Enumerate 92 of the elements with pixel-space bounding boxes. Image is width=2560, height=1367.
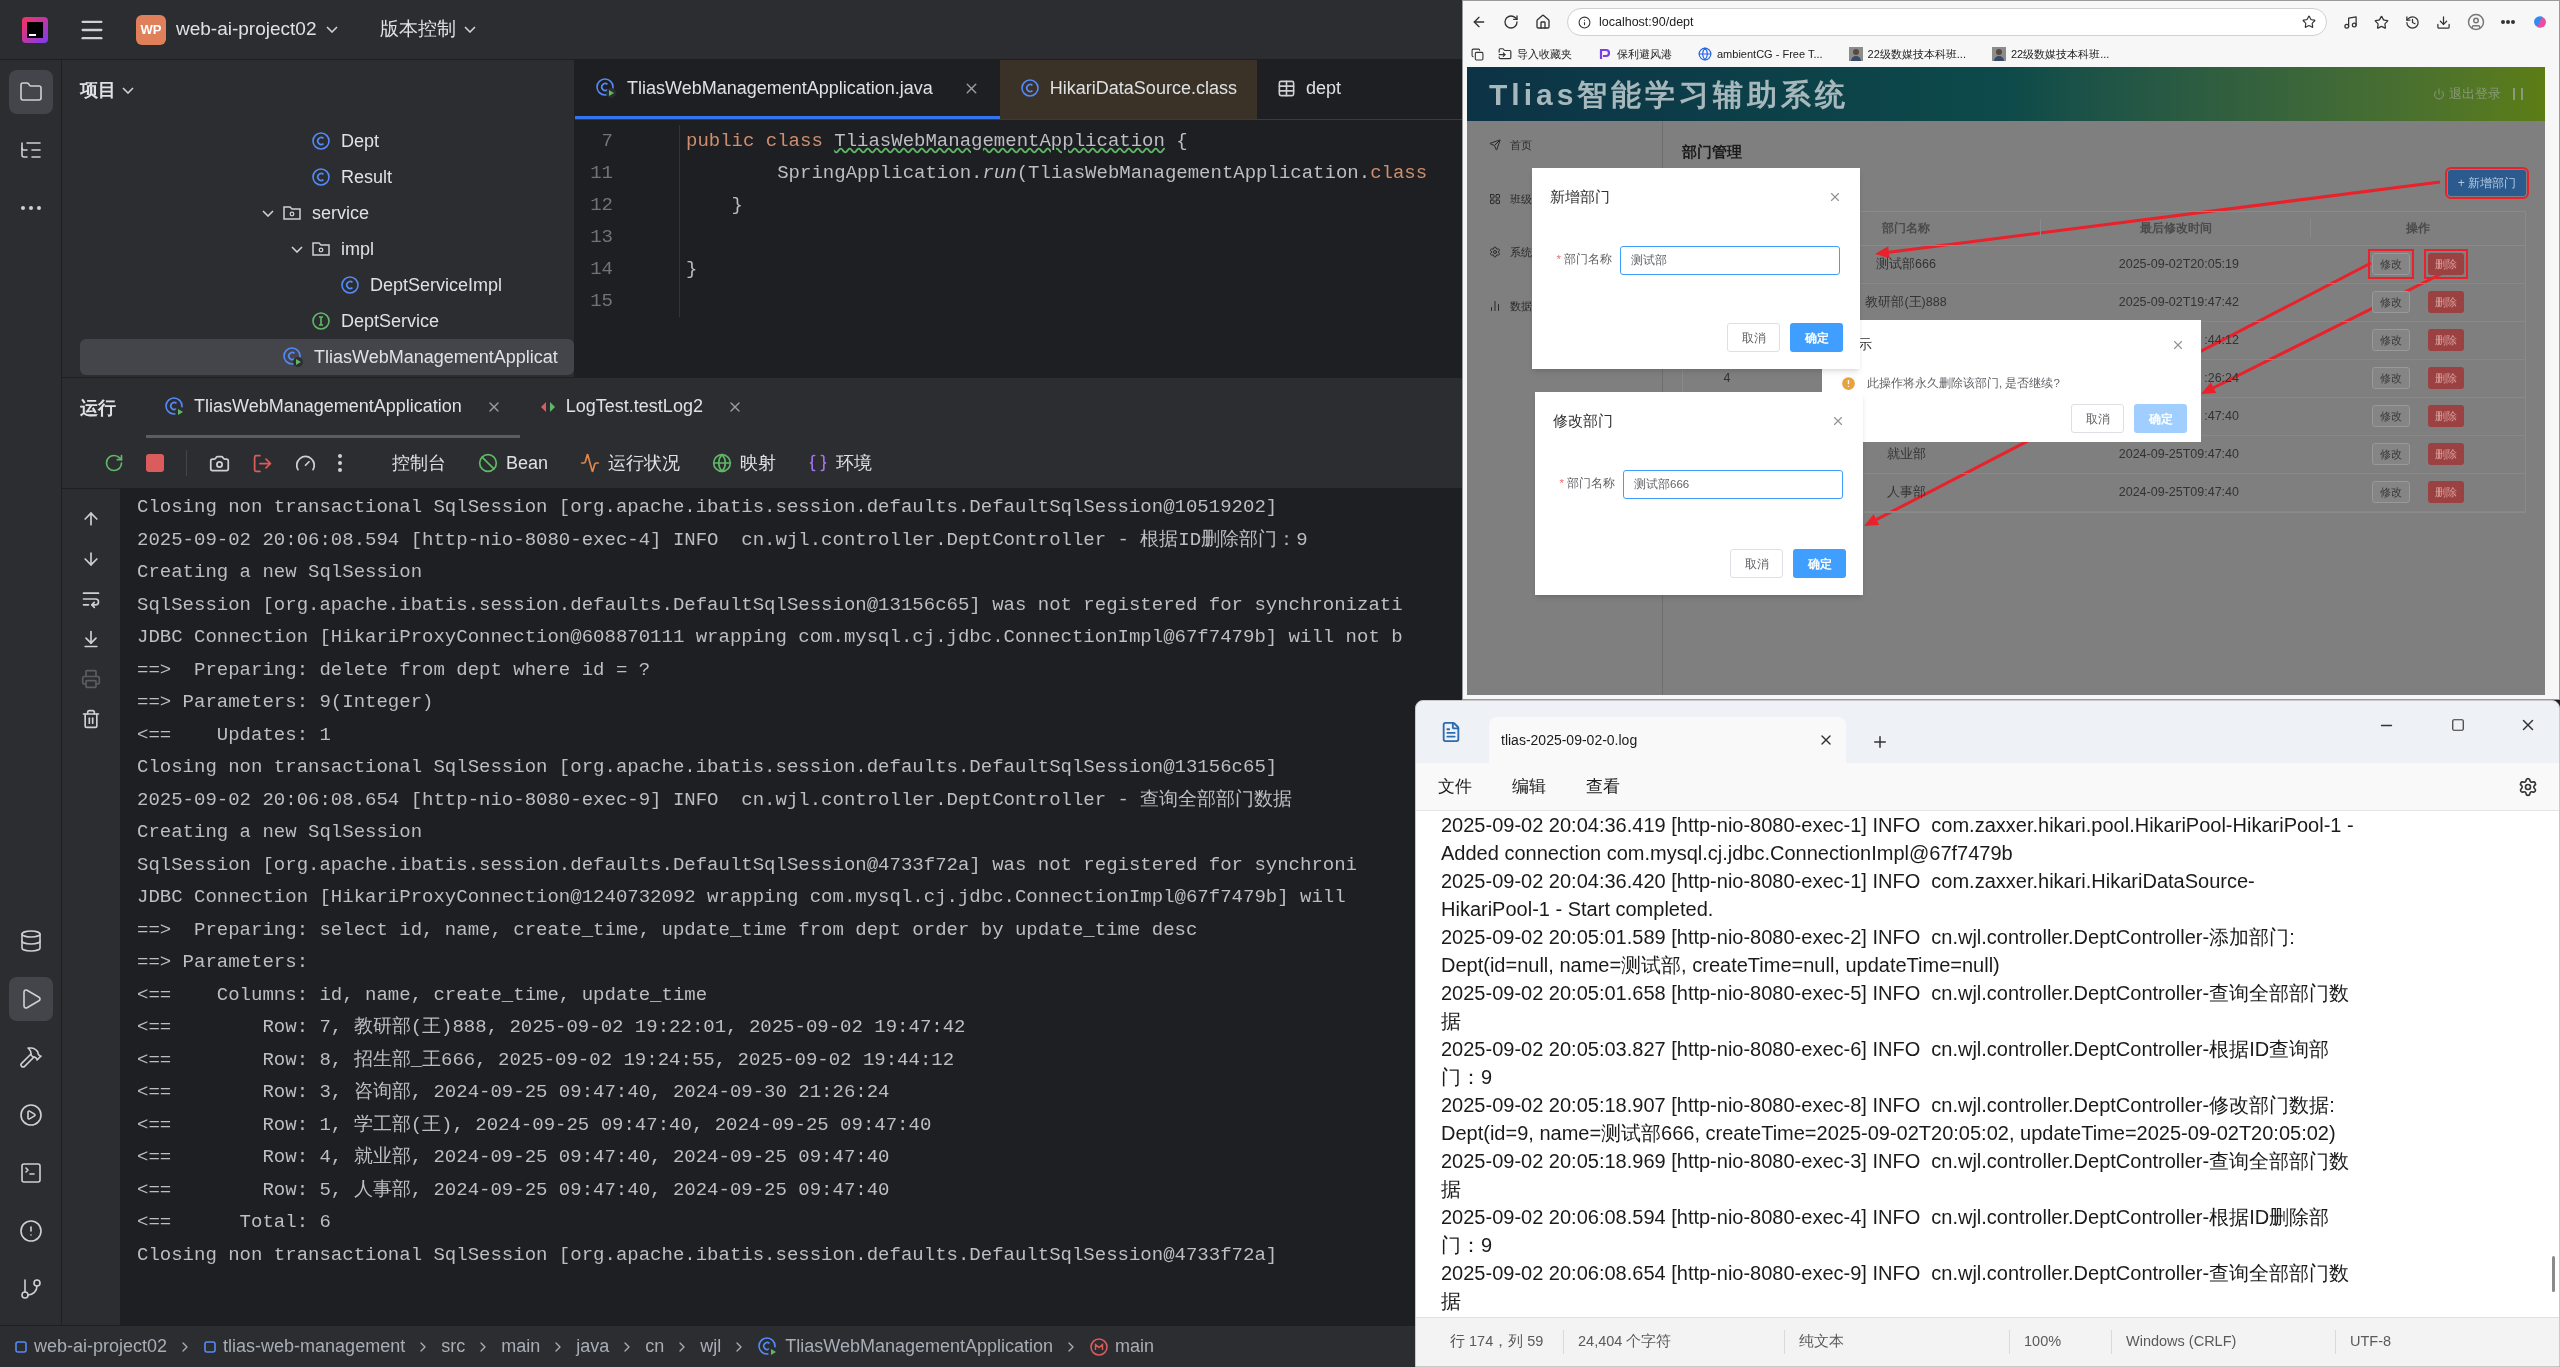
table-cell-text: 2024-09-25T09:47:40 (2118, 483, 2239, 501)
console-line: ==> Parameters: (137, 950, 310, 975)
log-line: 据 (1441, 1177, 1461, 1202)
log-line: 门：9 (1441, 1065, 1493, 1090)
console-line: <== Row: 3, 咨询部, 2024-09-25 09:47:40, 2024-09-30 21:26:24 (137, 1080, 890, 1105)
code-line: public class TliasWebManagementApplication { (685, 128, 1188, 154)
view-tab-label: 环境 (836, 451, 873, 475)
tab-label: tlias-2025-09-02-0.log (1501, 730, 1638, 750)
page-title: 部门管理 (1682, 142, 1743, 162)
console-line: <== Row: 4, 就业部, 2024-09-25 09:47:40, 2024-09-25 09:47:40 (137, 1145, 890, 1170)
log-line: Dept(id=9, name=测试部666, createTime=2025-09-02T20:05:02, updateTime=2025-09-02T20:05:02) (1441, 1121, 2336, 1146)
line-number: 13 (589, 224, 613, 250)
project-name: web-ai-project02 (176, 17, 317, 42)
tab-label: TliasWebManagementApplication.java (627, 76, 933, 100)
log-line: 2025-09-02 20:06:08.654 [http-nio-8080-exec-9] INFO cn.wjl.controller.DeptController-查询全部部门数 (1441, 1261, 2350, 1286)
console-line: Closing non transactional SqlSession [org.apache.ibatis.session.defaults.DefaultSqlSession@4733f72a] (137, 1242, 1278, 1268)
console-line: ==> Preparing: delete from dept where id = ? (137, 657, 651, 683)
code-line: } (685, 256, 698, 282)
status-text: 行 174，列 59 (1450, 1332, 1544, 1352)
table-cell-text: 2025-09-02T20:05:19 (2118, 255, 2239, 273)
console-line: Closing non transactional SqlSession [org.apache.ibatis.session.defaults.DefaultSqlSession@13156c65] (137, 755, 1278, 780)
console-line: <== Row: 1, 学工部(王), 2024-09-25 09:47:40, 2024-09-25 09:47:40 (137, 1112, 932, 1138)
url-text: localhost:90/dept (1599, 13, 1694, 31)
table-cell-text: 2024-09-25T09:47:40 (2118, 445, 2239, 463)
code-line: } (730, 192, 743, 218)
console-line: 2025-09-02 20:06:08.594 [http-nio-8080-exec-4] INFO cn.wjl.controller.DeptController - 根据ID删除部门：9 (137, 527, 1308, 553)
panel-title: 运行 (80, 396, 116, 420)
dialog-title: 新增部门 (1550, 187, 1610, 207)
code-line: SpringApplication.run(TliasWebManagementApplication.class (776, 160, 1428, 186)
console-line: <== Row: 7, 教研部(王)888, 2025-09-02 19:22:01, 2025-09-02 19:47:42 (137, 1015, 966, 1040)
console-line: <== Total: 6 (137, 1210, 331, 1235)
field-label: * 部门名称 (1558, 476, 1616, 492)
tab-label: LogTest.testLog2 (565, 395, 703, 418)
log-line: 2025-09-02 20:05:01.589 [http-nio-8080-exec-2] INFO cn.wjl.controller.DeptController-添加部门: (1441, 925, 2295, 950)
line-number: 7 (600, 128, 613, 154)
console-line: Closing non transactional SqlSession [org.apache.ibatis.session.defaults.DefaultSqlSession@10519202] (137, 495, 1278, 520)
table-cell-text: :47:40 (2204, 407, 2239, 425)
vcs-menu-label: 版本控制 (380, 17, 457, 42)
console-line: ==> Preparing: select id, name, create_time, update_time from dept order by update_time desc (137, 917, 1198, 943)
status-text: 纯文本 (1799, 1332, 1844, 1352)
view-tab-label: 控制台 (392, 451, 446, 475)
tab-label: dept (1305, 76, 1341, 100)
line-number: 11 (589, 160, 613, 186)
status-text: UTF-8 (2350, 1332, 2392, 1352)
line-number: 14 (589, 256, 613, 282)
console-line: Creating a new SqlSession (137, 560, 423, 585)
console-line: SqlSession [org.apache.ibatis.session.defaults.DefaultSqlSession@4733f72a] was not registered for synchroni (137, 852, 1357, 878)
status-text: Windows (CRLF) (2126, 1332, 2237, 1352)
panel-title: 项目 (80, 78, 116, 102)
table-cell-text: 教研部(王)888 (1865, 293, 1947, 311)
log-line: 2025-09-02 20:05:18.907 [http-nio-8080-exec-8] INFO cn.wjl.controller.DeptController-修改部门数据: (1441, 1093, 2335, 1118)
console-line: JDBC Connection [HikariProxyConnection@1240732092 wrapping com.mysql.cj.jdbc.ConnectionImpl@67f7479b] will (137, 885, 1346, 910)
tab-label: HikariDataSource.class (1049, 76, 1237, 100)
dialog-title: 修改部门 (1553, 411, 1613, 431)
console-line: 2025-09-02 20:06:08.654 [http-nio-8080-exec-9] INFO cn.wjl.controller.DeptController - 查询全部部门数据 (137, 787, 1293, 813)
app-title: Tlias智能学习辅助系统 (1489, 76, 1850, 113)
table-cell-text: 就业部 (1886, 445, 1926, 463)
log-line: 2025-09-02 20:05:03.827 [http-nio-8080-exec-6] INFO cn.wjl.controller.DeptController-根据ID查询部 (1441, 1037, 2330, 1062)
log-line: 2025-09-02 20:06:08.594 [http-nio-8080-exec-4] INFO cn.wjl.controller.DeptController-根据ID删除部 (1441, 1205, 2330, 1230)
log-line: Added connection com.mysql.cj.jdbc.ConnectionImpl@67f7479b (1441, 841, 2013, 866)
table-cell-text: 人事部 (1886, 483, 1926, 501)
view-tab-label: 映射 (740, 451, 777, 475)
line-number: 12 (589, 192, 613, 218)
log-line: Dept(id=null, name=测试部, createTime=null, updateTime=null) (1441, 953, 2000, 978)
console-line: <== Row: 8, 招生部_王666, 2025-09-02 19:24:55, 2025-09-02 19:44:12 (137, 1047, 955, 1073)
table-cell-text: 4 (1723, 369, 1731, 387)
console-line: <== Columns: id, name, create_time, update_time (137, 982, 708, 1008)
console-line: JDBC Connection [HikariProxyConnection@608870111 wrapping com.mysql.cj.jdbc.ConnectionImpl@67f7479b] will not b (137, 625, 1403, 650)
log-line: 据 (1441, 1009, 1461, 1034)
field-label: * 部门名称 (1555, 252, 1613, 268)
table-cell-text: 测试部666 (1876, 255, 1936, 273)
log-line: 2025-09-02 20:04:36.419 [http-nio-8080-exec-1] INFO com.zaxxer.hikari.pool.HikariPool-HikariPool-1 - (1441, 813, 2354, 838)
console-line: Creating a new SqlSession (137, 820, 423, 845)
log-line: 2025-09-02 20:04:36.420 [http-nio-8080-exec-1] INFO com.zaxxer.hikari.HikariDataSource- (1441, 869, 2255, 894)
console-line: SqlSession [org.apache.ibatis.session.defaults.DefaultSqlSession@13156c65] was not registered for synchronizati (137, 592, 1403, 618)
console-line: <== Updates: 1 (137, 722, 331, 748)
project-badge: WP (136, 14, 166, 45)
console-line: <== Row: 5, 人事部, 2024-09-25 09:47:40, 2024-09-25 09:47:40 (137, 1177, 890, 1203)
log-line: HikariPool-1 - Start completed. (1441, 897, 1714, 922)
tab-label: TliasWebManagementApplication (194, 395, 462, 418)
log-line: 门：9 (1441, 1233, 1493, 1258)
view-tab-label: Bean (506, 451, 549, 475)
line-number: 15 (589, 288, 613, 314)
console-line: ==> Parameters: 9(Integer) (137, 690, 434, 715)
log-line: 2025-09-02 20:05:01.658 [http-nio-8080-exec-5] INFO cn.wjl.controller.DeptController-查询全部部门数 (1441, 981, 2350, 1006)
log-line: 2025-09-02 20:05:18.969 [http-nio-8080-exec-3] INFO cn.wjl.controller.DeptController-查询全部部门数 (1441, 1149, 2350, 1174)
dialog-message: 此操作将永久删除该部门, 是否继续? (1867, 376, 2060, 391)
view-tab-label: 运行状况 (608, 451, 681, 475)
status-text: 24,404 个字符 (1578, 1332, 1672, 1352)
log-line: 据 (1441, 1289, 1461, 1314)
table-cell-text: 2025-09-02T19:47:42 (2118, 293, 2239, 311)
status-text: 100% (2024, 1332, 2062, 1352)
